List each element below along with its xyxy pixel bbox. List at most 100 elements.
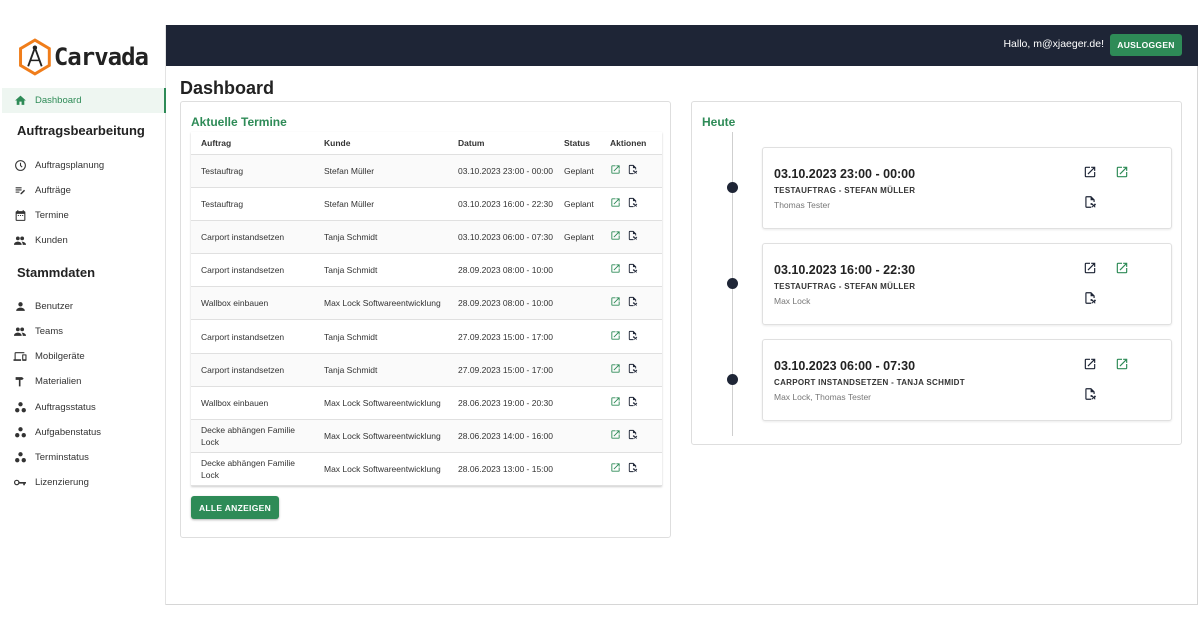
document-icon[interactable] xyxy=(627,197,638,208)
today-appointment-card[interactable]: 03.10.2023 23:00 - 00:00 TESTAUFTRAG - ST… xyxy=(762,147,1172,229)
document-icon[interactable] xyxy=(627,330,638,341)
table-row[interactable]: Testauftrag Stefan Müller 03.10.2023 16:00… xyxy=(191,187,662,221)
open-external-icon[interactable] xyxy=(610,164,621,175)
sidebar-item-label: Mobilgeräte xyxy=(35,351,85,362)
table-row[interactable]: Wallbox einbauen Max Lock Softwareentwick… xyxy=(191,286,662,321)
table-row[interactable]: Carport instandsetzen Tanja Schmidt 27.09.… xyxy=(191,353,662,387)
appointment-people: Max Lock xyxy=(774,296,811,306)
sidebar-item-label: Auftragsplanung xyxy=(35,160,105,171)
sidebar-item-teams[interactable]: Teams xyxy=(2,319,166,344)
open-external-icon[interactable] xyxy=(1115,261,1129,275)
bubbles-icon xyxy=(13,401,27,415)
sidebar-item-materialien[interactable]: Materialien xyxy=(2,369,166,394)
document-icon[interactable] xyxy=(1083,195,1097,209)
open-external-icon[interactable] xyxy=(610,263,621,274)
cell-datum: 28.06.2023 19:00 - 20:30 xyxy=(448,386,554,421)
sidebar-item-auftragsstatus[interactable]: Auftragsstatus xyxy=(2,395,166,420)
document-icon[interactable] xyxy=(1083,291,1097,305)
document-icon[interactable] xyxy=(627,363,638,374)
cell-aktionen xyxy=(606,253,662,288)
table-row[interactable]: Carport instandsetzen Tanja Schmidt 28.09.… xyxy=(191,253,662,288)
sidebar-item-auftragsplanung[interactable]: Auftragsplanung xyxy=(2,153,166,178)
cell-aktionen xyxy=(606,220,662,255)
open-external-icon[interactable] xyxy=(610,429,621,440)
document-icon[interactable] xyxy=(627,263,638,274)
cell-status xyxy=(554,353,606,387)
logo[interactable]: Carvada xyxy=(18,33,149,81)
open-external-icon[interactable] xyxy=(610,330,621,341)
cell-kunde: Max Lock Softwareentwicklung xyxy=(314,286,448,321)
cell-auftrag: Wallbox einbauen xyxy=(191,286,314,321)
open-external-icon[interactable] xyxy=(610,230,621,241)
hammer-icon xyxy=(13,375,27,389)
compass-logo-icon xyxy=(19,38,51,76)
sidebar-item-label: Benutzer xyxy=(35,301,74,312)
appointment-title: CARPORT INSTANDSETZEN - TANJA SCHMIDT xyxy=(774,378,965,387)
cell-aktionen xyxy=(606,386,662,421)
cell-kunde: Max Lock Softwareentwicklung xyxy=(314,452,448,487)
table-row[interactable]: Carport instandsetzen Tanja Schmidt 03.10.… xyxy=(191,220,662,255)
open-external-icon[interactable] xyxy=(610,197,621,208)
table-row[interactable]: Testauftrag Stefan Müller 03.10.2023 23:00… xyxy=(191,154,662,188)
key-icon xyxy=(13,476,27,490)
cell-aktionen xyxy=(606,154,662,188)
open-external-icon[interactable] xyxy=(610,462,621,473)
document-icon[interactable] xyxy=(627,164,638,175)
open-new-window-icon[interactable] xyxy=(1083,165,1097,179)
sidebar-item-label: Auftragsstatus xyxy=(35,402,96,413)
cell-status xyxy=(554,452,606,487)
logo-text: Carvada xyxy=(53,43,149,71)
sidebar-item-mobilgeraete[interactable]: Mobilgeräte xyxy=(2,344,166,369)
open-new-window-icon[interactable] xyxy=(1083,261,1097,275)
column-header-auftrag[interactable]: Auftrag xyxy=(191,132,314,155)
sidebar-item-lizenzierung[interactable]: Lizenzierung xyxy=(2,470,166,495)
column-header-status[interactable]: Status xyxy=(554,132,606,155)
document-icon[interactable] xyxy=(627,230,638,241)
open-external-icon[interactable] xyxy=(610,296,621,307)
column-header-datum[interactable]: Datum xyxy=(448,132,554,155)
cell-datum: 28.06.2023 13:00 - 15:00 xyxy=(448,452,554,487)
document-icon[interactable] xyxy=(627,296,638,307)
logout-button[interactable]: AUSLOGGEN xyxy=(1110,34,1182,56)
cell-aktionen xyxy=(606,319,662,354)
sidebar-item-terminstatus[interactable]: Terminstatus xyxy=(2,445,166,470)
sidebar-item-benutzer[interactable]: Benutzer xyxy=(2,294,166,319)
cell-auftrag: Carport instandsetzen xyxy=(191,253,314,288)
open-new-window-icon[interactable] xyxy=(1083,357,1097,371)
sidebar-item-label: Kunden xyxy=(35,235,68,246)
sidebar-item-kunden[interactable]: Kunden xyxy=(2,228,166,253)
cell-aktionen xyxy=(606,286,662,321)
sidebar-item-auftraege[interactable]: Aufträge xyxy=(2,178,166,203)
document-icon[interactable] xyxy=(1083,387,1097,401)
table-row[interactable]: Decke abhängen Familie Lock Max Lock Soft… xyxy=(191,419,662,454)
open-external-icon[interactable] xyxy=(1115,357,1129,371)
document-icon[interactable] xyxy=(627,396,638,407)
table-row[interactable]: Carport instandsetzen Tanja Schmidt 27.09.… xyxy=(191,319,662,354)
cell-status xyxy=(554,386,606,421)
user-greeting: Hallo, m@xjaeger.de! xyxy=(1003,38,1104,50)
cell-auftrag: Carport instandsetzen xyxy=(191,220,314,255)
sidebar-item-label: Terminstatus xyxy=(35,452,89,463)
edit-list-icon xyxy=(13,184,27,198)
open-external-icon[interactable] xyxy=(610,363,621,374)
column-header-kunde[interactable]: Kunde xyxy=(314,132,448,155)
today-card: Heute 03.10.2023 23:00 - 00:00 TESTAUFTRA… xyxy=(691,101,1182,445)
document-icon[interactable] xyxy=(627,462,638,473)
bubbles-icon xyxy=(13,426,27,440)
today-appointment-card[interactable]: 03.10.2023 16:00 - 22:30 TESTAUFTRAG - ST… xyxy=(762,243,1172,325)
table-row[interactable]: Decke abhängen Familie Lock Max Lock Soft… xyxy=(191,452,662,487)
table-row[interactable]: Wallbox einbauen Max Lock Softwareentwick… xyxy=(191,386,662,421)
document-icon[interactable] xyxy=(627,429,638,440)
appointment-time: 03.10.2023 06:00 - 07:30 xyxy=(774,359,916,373)
person-icon xyxy=(13,300,27,314)
show-all-button[interactable]: ALLE ANZEIGEN xyxy=(191,496,279,519)
sidebar-item-dashboard[interactable]: Dashboard xyxy=(2,88,166,113)
clock-icon xyxy=(13,159,27,173)
sidebar-item-termine[interactable]: Termine xyxy=(2,203,166,228)
sidebar-item-aufgabenstatus[interactable]: Aufgabenstatus xyxy=(2,420,166,445)
today-appointment-card[interactable]: 03.10.2023 06:00 - 07:30 CARPORT INSTANDS… xyxy=(762,339,1172,421)
open-external-icon[interactable] xyxy=(1115,165,1129,179)
page-title: Dashboard xyxy=(180,78,275,98)
cell-auftrag: Carport instandsetzen xyxy=(191,353,314,387)
open-external-icon[interactable] xyxy=(610,396,621,407)
